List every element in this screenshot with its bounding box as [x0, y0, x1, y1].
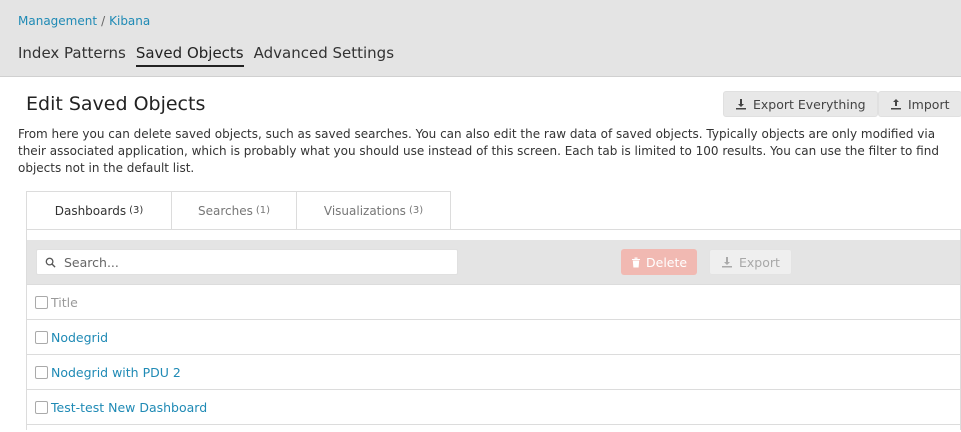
search-icon	[45, 257, 56, 268]
breadcrumb-separator: /	[101, 14, 106, 28]
delete-label: Delete	[646, 254, 688, 270]
select-all-checkbox[interactable]	[35, 295, 48, 309]
table-header-row: Title	[27, 284, 960, 319]
trash-icon	[631, 257, 641, 268]
export-button[interactable]: Export	[709, 249, 792, 275]
management-tabs: Index Patterns Saved Objects Advanced Se…	[18, 44, 394, 67]
upload-icon	[890, 98, 902, 110]
saved-object-link[interactable]: Nodegrid	[51, 330, 108, 345]
main-content: Edit Saved Objects Export Everything Imp…	[18, 76, 961, 430]
tab-searches-count: (1)	[255, 205, 271, 216]
export-everything-button[interactable]: Export Everything	[723, 91, 878, 117]
row-checkbox[interactable]	[35, 365, 48, 379]
breadcrumb-kibana-link[interactable]: Kibana	[109, 14, 150, 28]
table-row: Nodegrid	[27, 319, 960, 354]
tab-advanced-settings[interactable]: Advanced Settings	[254, 44, 394, 67]
search-input[interactable]	[62, 253, 446, 271]
tab-searches-label: Searches	[197, 203, 253, 218]
row-checkbox[interactable]	[35, 330, 48, 344]
search-field[interactable]	[36, 249, 458, 275]
column-header-title[interactable]: Title	[51, 295, 78, 310]
export-label: Export	[739, 254, 780, 270]
tab-visualizations-count: (3)	[408, 205, 424, 216]
delete-button[interactable]: Delete	[621, 249, 698, 275]
tab-dashboards-count: (3)	[129, 205, 144, 216]
row-checkbox[interactable]	[35, 400, 48, 414]
import-label: Import	[908, 96, 950, 112]
page-description: From here you can delete saved objects, …	[18, 127, 939, 175]
tab-dashboards-label: Dashboards	[54, 203, 127, 218]
table-toolbar: Delete Export	[27, 240, 960, 284]
tab-saved-objects[interactable]: Saved Objects	[135, 44, 244, 67]
saved-object-link[interactable]: Nodegrid with PDU 2	[51, 365, 181, 380]
saved-object-link[interactable]: Test-test New Dashboard	[51, 400, 207, 415]
tab-index-patterns[interactable]: Index Patterns	[18, 44, 126, 67]
tab-visualizations[interactable]: Visualizations (3)	[296, 191, 451, 229]
export-everything-label: Export Everything	[753, 96, 866, 112]
breadcrumb: Management / Kibana	[18, 14, 150, 28]
table-row: Nodegrid with PDU 2	[27, 354, 960, 389]
object-type-tabs: Dashboards (3) Searches (1) Visualizations…	[26, 191, 451, 229]
table-row: Test-test New Dashboard	[27, 389, 960, 424]
download-icon	[721, 256, 733, 268]
tab-visualizations-label: Visualizations	[323, 203, 406, 218]
saved-objects-panel: Delete Export Title Nodegrid Nodegrid wi…	[26, 229, 961, 430]
tab-searches[interactable]: Searches (1)	[171, 191, 297, 229]
tab-dashboards[interactable]: Dashboards (3)	[26, 191, 172, 229]
import-button[interactable]: Import	[878, 91, 961, 117]
top-bar: Management / Kibana Index Patterns Saved O…	[0, 0, 961, 77]
page-title: Edit Saved Objects	[26, 93, 206, 115]
breadcrumb-management-link[interactable]: Management	[18, 14, 97, 28]
download-icon	[735, 98, 747, 110]
table-bottom-border	[27, 424, 960, 432]
